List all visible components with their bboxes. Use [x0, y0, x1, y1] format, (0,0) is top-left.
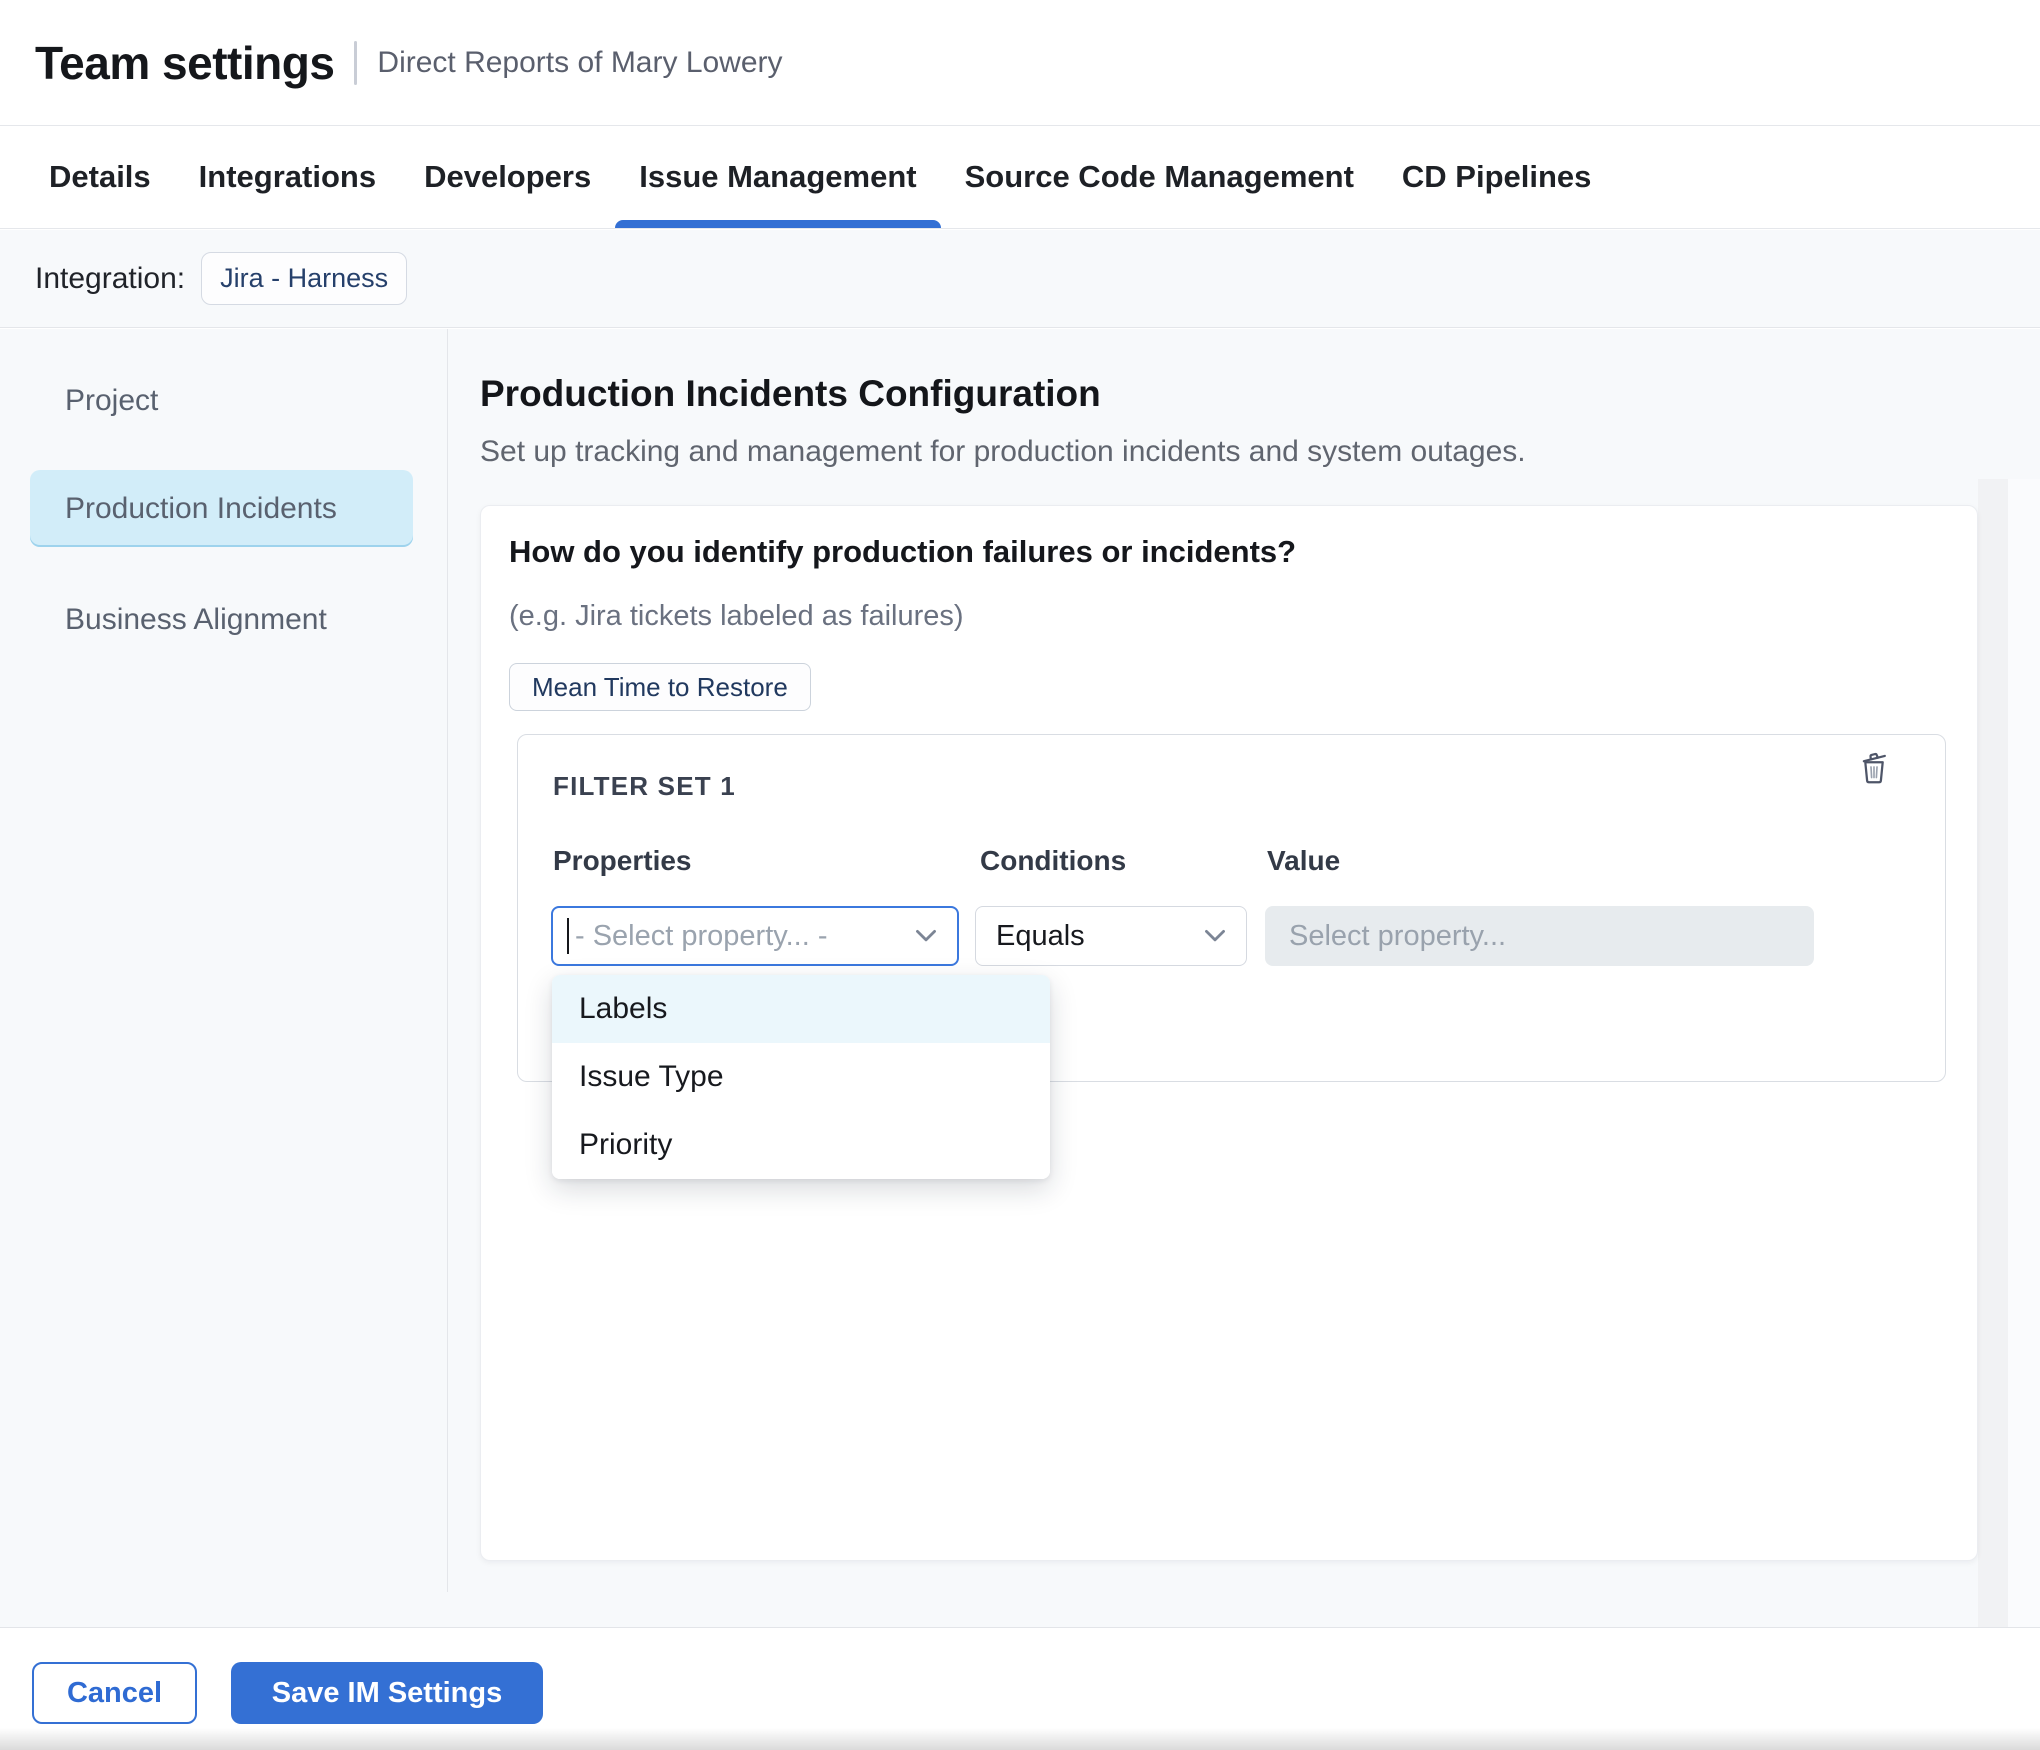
identify-incidents-question: How do you identify production failures … [509, 534, 1296, 570]
filter-set-title: FILTER SET 1 [553, 771, 736, 802]
identify-incidents-hint: (e.g. Jira tickets labeled as failures) [509, 600, 964, 633]
settings-sidebar: Project Production Incidents Business Al… [0, 329, 448, 1627]
dropdown-option-labels[interactable]: Labels [552, 975, 1050, 1043]
section-title: Production Incidents Configuration [480, 373, 1101, 415]
conditions-column-label: Conditions [980, 845, 1126, 877]
settings-tabbar: Details Integrations Developers Issue Ma… [0, 126, 2040, 229]
tab-source-code-management[interactable]: Source Code Management [941, 126, 1378, 228]
integration-row: Integration: Jira - Harness [0, 230, 2040, 328]
properties-column-label: Properties [553, 845, 692, 877]
trash-icon [1856, 747, 1892, 787]
team-scope-subtitle: Direct Reports of Mary Lowery [377, 46, 782, 80]
scrollbar-gutter[interactable] [1978, 479, 2008, 1627]
chevron-down-icon [915, 929, 937, 943]
mean-time-to-restore-chip[interactable]: Mean Time to Restore [509, 663, 811, 711]
incidents-config-card: How do you identify production failures … [480, 505, 1978, 1561]
sidebar-item-production-incidents[interactable]: Production Incidents [30, 470, 413, 547]
properties-select[interactable]: - Select property... - [551, 906, 959, 966]
sidebar-item-project[interactable]: Project [30, 362, 413, 439]
conditions-select[interactable]: Equals [975, 906, 1247, 966]
tab-developers[interactable]: Developers [400, 126, 615, 228]
value-input[interactable] [1265, 906, 1814, 966]
section-subtitle: Set up tracking and management for produ… [480, 435, 1526, 469]
title-divider [354, 41, 357, 85]
settings-footer: Cancel Save IM Settings [0, 1627, 2040, 1750]
properties-dropdown-menu: Labels Issue Type Priority [552, 975, 1050, 1179]
properties-select-placeholder: - Select property... - [575, 920, 828, 953]
dropdown-option-issue-type[interactable]: Issue Type [552, 1043, 1050, 1111]
integration-label: Integration: [35, 262, 185, 296]
save-im-settings-button[interactable]: Save IM Settings [231, 1662, 543, 1724]
text-cursor [567, 918, 569, 954]
dropdown-option-priority[interactable]: Priority [552, 1111, 1050, 1179]
tab-cd-pipelines[interactable]: CD Pipelines [1378, 126, 1616, 228]
cancel-button[interactable]: Cancel [32, 1662, 197, 1724]
content-right-edge [2008, 479, 2040, 1627]
tab-details[interactable]: Details [25, 126, 175, 228]
main-content: Production Incidents Configuration Set u… [448, 329, 2040, 1627]
body-region: Project Production Incidents Business Al… [0, 329, 2040, 1627]
conditions-select-value: Equals [996, 920, 1085, 953]
integration-chip[interactable]: Jira - Harness [201, 252, 407, 305]
page-title: Team settings [35, 36, 334, 90]
tab-issue-management[interactable]: Issue Management [615, 126, 940, 228]
sidebar-item-business-alignment[interactable]: Business Alignment [30, 581, 413, 658]
tab-integrations[interactable]: Integrations [175, 126, 400, 228]
page-header: Team settings Direct Reports of Mary Low… [0, 0, 2040, 126]
delete-filter-button[interactable] [1853, 746, 1895, 788]
value-column-label: Value [1267, 845, 1340, 877]
chevron-down-icon [1204, 929, 1226, 943]
